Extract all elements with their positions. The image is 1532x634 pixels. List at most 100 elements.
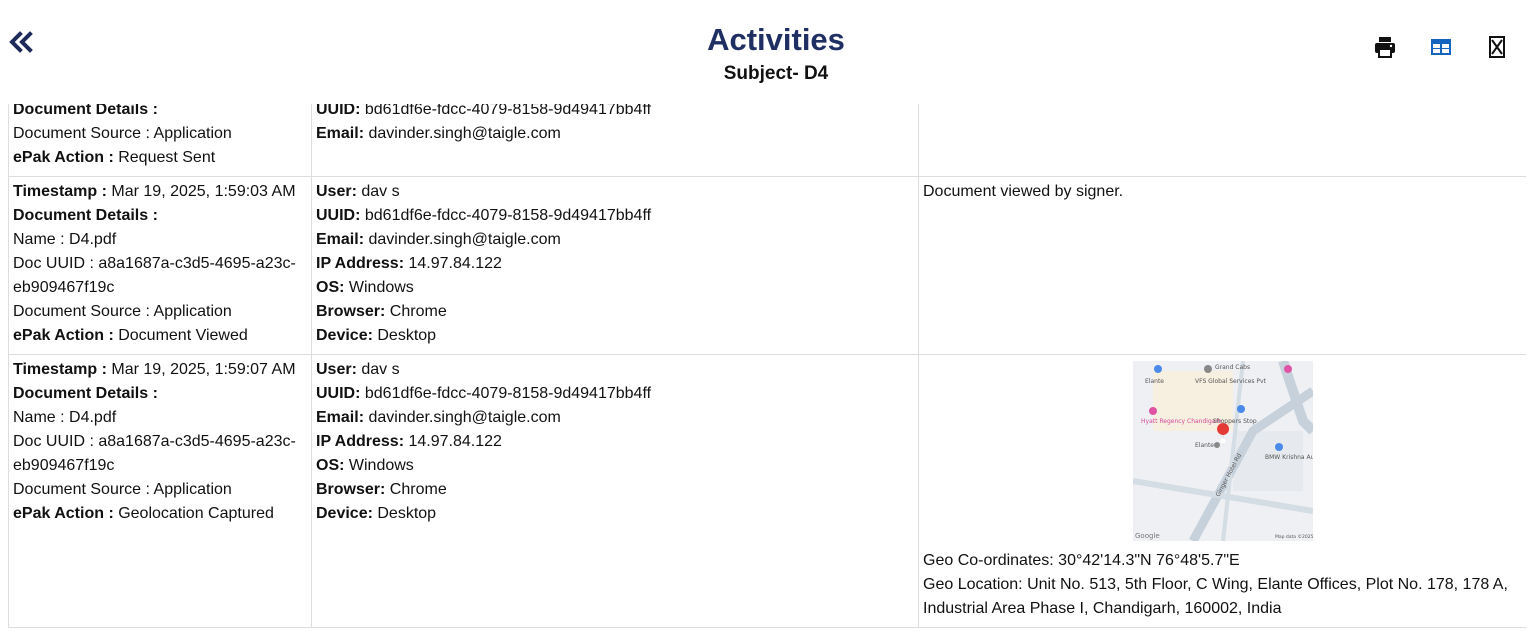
detail-value: Document viewed by signer. xyxy=(923,183,1124,200)
detail-value: davinder.singh@taigle.com xyxy=(364,409,561,426)
detail-line: Name : D4.pdf xyxy=(13,406,307,430)
detail-label: Timestamp : xyxy=(13,183,107,200)
detail-value: Desktop xyxy=(372,327,437,344)
detail-label: UUID: xyxy=(316,385,361,402)
detail-label: User: xyxy=(316,361,357,378)
detail-value: Document Source : Application xyxy=(13,125,232,142)
detail-label: Browser: xyxy=(316,481,386,498)
description-cell: Grand Cabs Elante VFS Global Services Pv… xyxy=(918,354,1526,628)
detail-value: Doc UUID : a8a1687a-c3d5-4695-a23c-eb909… xyxy=(13,433,296,474)
detail-value: bd61df6e-fdcc-4079-8158-9d49417bb4ff xyxy=(360,385,652,402)
detail-label: Email: xyxy=(316,231,365,248)
detail-value: Doc UUID : a8a1687a-c3d5-4695-a23c-eb909… xyxy=(13,255,296,296)
detail-value: bd61df6e-fdcc-4079-8158-9d49417bb4ff xyxy=(360,207,652,224)
detail-line: IP Address: 14.97.84.122 xyxy=(316,252,914,276)
detail-line: Doc UUID : a8a1687a-c3d5-4695-a23c-eb909… xyxy=(13,252,307,300)
page-header: Activities Subject- D4 xyxy=(0,0,1532,104)
event-details-cell: Timestamp : Mar 19, 2025, 1:59:03 AM Docu… xyxy=(8,176,312,355)
print-button[interactable] xyxy=(1372,34,1398,60)
table-view-button[interactable] xyxy=(1428,34,1454,60)
printer-icon xyxy=(1375,37,1395,58)
map-place: Grand Cabs xyxy=(1215,364,1250,371)
detail-label: Email: xyxy=(316,125,365,142)
detail-line: Email: davinder.singh@taigle.com xyxy=(316,406,914,430)
detail-label: Document Details : xyxy=(13,207,158,224)
detail-label: OS: xyxy=(316,457,345,474)
detail-label: Device: xyxy=(316,505,373,522)
detail-label: Timestamp : xyxy=(13,361,107,378)
detail-value: Mar 19, 2025, 1:59:07 AM xyxy=(106,361,296,378)
map-place: VFS Global Services Pvt xyxy=(1195,378,1267,385)
detail-line: Doc UUID : a8a1687a-c3d5-4695-a23c-eb909… xyxy=(13,430,307,478)
activities-table-container[interactable]: Timestamp : Mar 19, 2025, 1:58:56 AMDocu… xyxy=(8,70,1526,634)
excel-close-icon xyxy=(1489,36,1505,58)
detail-line: Device: Desktop xyxy=(316,324,914,348)
map-google-watermark: Google xyxy=(1135,532,1160,540)
event-details-cell: Timestamp : Mar 19, 2025, 1:59:07 AM Docu… xyxy=(8,354,312,628)
activities-table: Timestamp : Mar 19, 2025, 1:58:56 AMDocu… xyxy=(8,70,1526,628)
detail-line: Document Source : Application xyxy=(13,478,307,502)
detail-line: Document viewed by signer. xyxy=(923,180,1522,204)
detail-label: User: xyxy=(316,183,357,200)
detail-label: UUID: xyxy=(316,207,361,224)
detail-line: Geo Location: Unit No. 513, 5th Floor, C… xyxy=(923,573,1522,621)
table-row: Timestamp : Mar 19, 2025, 1:59:07 AM Docu… xyxy=(8,354,1526,628)
map-place: Shoppers Stop xyxy=(1213,418,1257,425)
detail-value: Document Source : Application xyxy=(13,481,232,498)
detail-line: Email: davinder.singh@taigle.com xyxy=(316,228,914,252)
detail-line: Document Details : xyxy=(13,204,307,228)
table-row: Timestamp : Mar 19, 2025, 1:59:03 AM Docu… xyxy=(8,176,1526,355)
detail-value: Windows xyxy=(344,457,414,474)
detail-label: Document Details : xyxy=(13,385,158,402)
map-copyright: Map data ©2025 xyxy=(1275,533,1313,540)
detail-line: Browser: Chrome xyxy=(316,300,914,324)
detail-value: Windows xyxy=(344,279,414,296)
detail-line: Browser: Chrome xyxy=(316,478,914,502)
detail-value: Geo Co-ordinates: 30°42'14.3"N 76°48'5.7… xyxy=(923,552,1240,569)
detail-line: UUID: bd61df6e-fdcc-4079-8158-9d49417bb4… xyxy=(316,382,914,406)
detail-line: User: dav s xyxy=(316,358,914,382)
detail-label: ePak Action : xyxy=(13,505,114,522)
detail-line: Document Source : Application xyxy=(13,122,307,146)
description-cell: Document viewed by signer. xyxy=(918,176,1526,355)
detail-line: Email: davinder.singh@taigle.com xyxy=(316,122,914,146)
page-title: Activities xyxy=(707,22,845,57)
detail-value: Mar 19, 2025, 1:59:03 AM xyxy=(106,183,296,200)
detail-label: ePak Action : xyxy=(13,327,114,344)
export-close-button[interactable] xyxy=(1484,34,1510,60)
detail-value: Name : D4.pdf xyxy=(13,409,117,426)
detail-value: davinder.singh@taigle.com xyxy=(364,125,561,142)
detail-line: Name : D4.pdf xyxy=(13,228,307,252)
detail-value: Name : D4.pdf xyxy=(13,231,117,248)
detail-line: Device: Desktop xyxy=(316,502,914,526)
detail-value: dav s xyxy=(356,183,400,200)
detail-line: Timestamp : Mar 19, 2025, 1:59:07 AM xyxy=(13,358,307,382)
detail-value: 14.97.84.122 xyxy=(404,255,502,272)
detail-value: Geolocation Captured xyxy=(113,505,274,522)
table-view-icon xyxy=(1431,39,1451,55)
detail-line: ePak Action : Geolocation Captured xyxy=(13,502,307,526)
page-subtitle: Subject- D4 xyxy=(723,63,829,84)
detail-line: Document Source : Application xyxy=(13,300,307,324)
detail-value: Document Source : Application xyxy=(13,303,232,320)
map-place: Elante xyxy=(1195,442,1214,449)
detail-value: Document Viewed xyxy=(113,327,248,344)
detail-value: Request Sent xyxy=(113,149,216,166)
detail-line: ePak Action : Request Sent xyxy=(13,146,307,170)
detail-value: Geo Location: Unit No. 513, 5th Floor, C… xyxy=(923,576,1508,617)
detail-line: OS: Windows xyxy=(316,454,914,478)
detail-line: Timestamp : Mar 19, 2025, 1:59:03 AM xyxy=(13,180,307,204)
detail-label: Browser: xyxy=(316,303,386,320)
detail-line: UUID: bd61df6e-fdcc-4079-8158-9d49417bb4… xyxy=(316,204,914,228)
detail-line: Document Details : xyxy=(13,382,307,406)
detail-line: OS: Windows xyxy=(316,276,914,300)
detail-label: OS: xyxy=(316,279,345,296)
map-place: BMW Krishna Automobiles xyxy=(1265,454,1313,461)
detail-label: IP Address: xyxy=(316,433,405,450)
detail-label: Email: xyxy=(316,409,365,426)
geolocation-map: Grand Cabs Elante VFS Global Services Pv… xyxy=(923,358,1522,549)
map-thumbnail: Grand Cabs Elante VFS Global Services Pv… xyxy=(1132,361,1313,541)
detail-value: Chrome xyxy=(385,481,447,498)
detail-value: davinder.singh@taigle.com xyxy=(364,231,561,248)
map-place: Hyatt Regency Chandigarh xyxy=(1141,418,1222,425)
